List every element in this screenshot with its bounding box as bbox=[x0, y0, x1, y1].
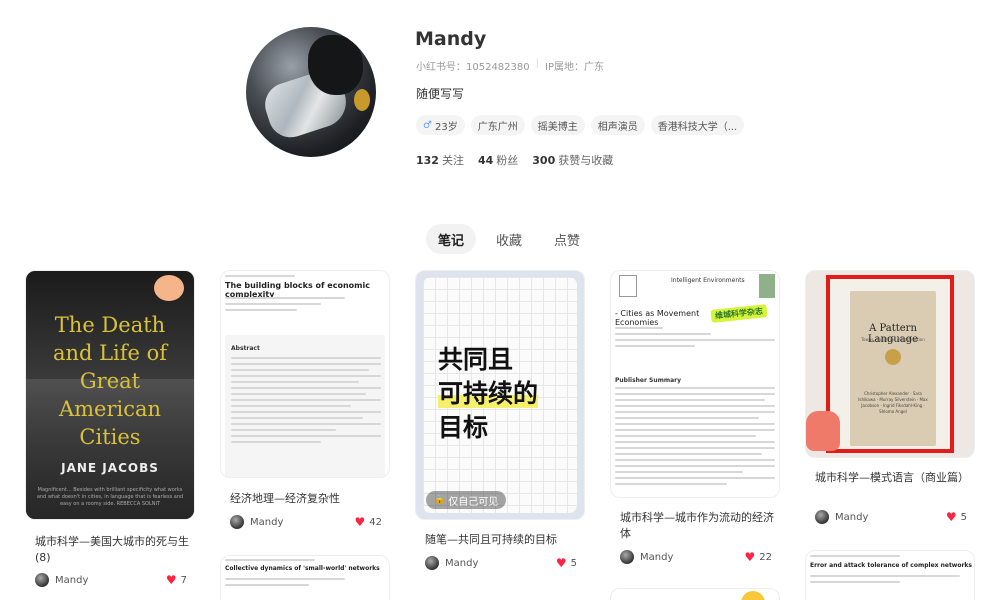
cover-book-author: JANE JACOBS bbox=[61, 461, 159, 475]
tab-collections[interactable]: 收藏 bbox=[484, 224, 534, 254]
paper-heading: Error and attack tolerance of complex ne… bbox=[810, 562, 972, 569]
note-cover[interactable]: A Pattern Language Towns · Buildings · C… bbox=[805, 270, 975, 458]
note-author[interactable]: Mandy bbox=[620, 550, 673, 564]
tag-role-1: 摇美博主 bbox=[530, 115, 585, 135]
book-emblem-icon bbox=[885, 349, 901, 365]
paper-header-lines bbox=[810, 555, 900, 561]
pig-sticker-icon bbox=[154, 275, 184, 301]
note-card[interactable]: Intelligent Environments - Cities as Mov… bbox=[610, 270, 780, 600]
cover-book-subtitle: Towns · Buildings · Construction bbox=[861, 337, 925, 342]
cover-red-frame: A Pattern Language Towns · Buildings · C… bbox=[826, 275, 954, 453]
note-cover[interactable]: Intelligent Environments - Cities as Mov… bbox=[610, 270, 780, 498]
heart-icon: ♥ bbox=[165, 573, 177, 587]
profile-page: Mandy 小红书号：1052482380 | IP属地：广东 随便写写 ♂ 2… bbox=[0, 0, 1000, 600]
author-avatar bbox=[815, 510, 829, 524]
paper-heading: Collective dynamics of 'small-world' net… bbox=[225, 565, 380, 572]
note-title[interactable]: 随笔—共同且可持续的目标 bbox=[425, 532, 580, 548]
note-card[interactable]: 共同且 可持续的 目标 🔒 仅自己可见 随笔—共同且可持续的目标 Mandy ♥… bbox=[415, 270, 585, 600]
paper-meta-lines bbox=[810, 575, 960, 587]
author-avatar bbox=[35, 573, 49, 587]
profile-tags: ♂ 23岁 广东广州 摇美博主 相声演员 香港科技大学（... bbox=[416, 115, 745, 135]
avatar-glove-graphic bbox=[308, 35, 363, 95]
note-card[interactable]: The Death and Life of Great American Cit… bbox=[25, 270, 195, 600]
note-card[interactable]: Error and attack tolerance of complex ne… bbox=[805, 550, 975, 600]
note-card[interactable]: The building blocks of economic complexi… bbox=[220, 270, 390, 600]
thumbs-up-icon bbox=[806, 411, 840, 451]
note-likes[interactable]: ♥ 22 bbox=[745, 550, 773, 564]
tag-location: 广东广州 bbox=[470, 115, 525, 135]
heart-icon: ♥ bbox=[354, 515, 366, 529]
author-avatar bbox=[620, 550, 634, 564]
stat-following[interactable]: 132 关注 bbox=[416, 152, 464, 168]
cover-book-authors: Christopher Alexander · Sara Ishikawa · … bbox=[858, 391, 928, 414]
paper-summary-label: Publisher Summary bbox=[615, 377, 682, 384]
heart-icon: ♥ bbox=[555, 556, 567, 570]
note-author[interactable]: Mandy bbox=[815, 510, 868, 524]
profile-avatar[interactable] bbox=[246, 27, 376, 157]
tag-age: ♂ 23岁 bbox=[416, 115, 465, 135]
stat-likes-collects[interactable]: 300 获赞与收藏 bbox=[532, 152, 613, 168]
paper-meta-lines bbox=[225, 578, 345, 590]
note-author[interactable]: Mandy bbox=[230, 515, 283, 529]
note-card[interactable] bbox=[610, 588, 780, 600]
tag-role-2: 相声演员 bbox=[590, 115, 645, 135]
note-likes[interactable]: ♥ 42 bbox=[355, 515, 383, 529]
note-cover[interactable]: 共同且 可持续的 目标 🔒 仅自己可见 bbox=[415, 270, 585, 520]
note-cover[interactable]: Collective dynamics of 'small-world' net… bbox=[220, 555, 390, 600]
note-title[interactable]: 城市科学—城市作为流动的经济体 bbox=[620, 510, 775, 542]
paper-abstract-lines bbox=[231, 357, 381, 447]
profile-bio: 随便写写 bbox=[416, 87, 465, 101]
emoji-sticker-icon bbox=[741, 591, 765, 600]
privacy-badge: 🔒 仅自己可见 bbox=[426, 491, 507, 509]
tab-liked[interactable]: 点赞 bbox=[542, 224, 592, 254]
journal-name: Intelligent Environments bbox=[671, 277, 745, 284]
cover-book-title: The Death and Life of Great American Cit… bbox=[52, 313, 168, 449]
divider: | bbox=[535, 58, 539, 69]
profile-ip: IP属地：广东 bbox=[545, 62, 604, 73]
journal-thumb bbox=[759, 274, 775, 298]
paper-abstract-box: Abstract bbox=[225, 335, 385, 477]
note-likes[interactable]: ♥ 5 bbox=[556, 556, 577, 570]
heart-icon: ♥ bbox=[945, 510, 957, 524]
author-avatar bbox=[425, 556, 439, 570]
avatar-accent-graphic bbox=[354, 89, 370, 111]
note-likes[interactable]: ♥ 7 bbox=[166, 573, 187, 587]
paper-meta-lines bbox=[225, 297, 345, 315]
profile-tabs: 笔记 收藏 点赞 bbox=[426, 224, 592, 254]
note-likes[interactable]: ♥ 5 bbox=[946, 510, 967, 524]
note-author[interactable]: Mandy bbox=[425, 556, 478, 570]
author-avatar bbox=[230, 515, 244, 529]
cover-headline: 共同且 可持续的 目标 bbox=[438, 345, 539, 442]
note-title[interactable]: 经济地理—经济复杂性 bbox=[230, 491, 385, 507]
profile-name: Mandy bbox=[415, 28, 487, 50]
paper-meta-lines bbox=[615, 327, 775, 351]
note-cover[interactable]: The building blocks of economic complexi… bbox=[220, 270, 390, 478]
tag-school: 香港科技大学（... bbox=[650, 115, 745, 135]
tab-notes[interactable]: 笔记 bbox=[426, 224, 477, 254]
profile-id-line: 小红书号：1052482380 | IP属地：广东 bbox=[416, 58, 604, 73]
paper-summary-lines bbox=[615, 387, 775, 489]
heart-icon: ♥ bbox=[744, 550, 756, 564]
cover-book: A Pattern Language Towns · Buildings · C… bbox=[850, 291, 936, 446]
profile-stats: 132 关注 44 粉丝 300 获赞与收藏 bbox=[416, 152, 613, 168]
note-title[interactable]: 城市科学—模式语言（商业篇） bbox=[815, 470, 970, 486]
lock-icon: 🔒 bbox=[434, 495, 446, 505]
note-author[interactable]: Mandy bbox=[35, 573, 88, 587]
sticker-badge: 维城科学杂志 bbox=[710, 304, 768, 323]
journal-logo bbox=[619, 275, 637, 297]
cover-book-quote: Magnificent... Besides with brilliant sp… bbox=[36, 487, 184, 507]
stat-followers[interactable]: 44 粉丝 bbox=[478, 152, 518, 168]
profile-id: 小红书号：1052482380 bbox=[416, 62, 530, 73]
gender-icon: ♂ bbox=[423, 119, 432, 131]
note-cover[interactable]: Error and attack tolerance of complex ne… bbox=[805, 550, 975, 600]
note-card[interactable]: Collective dynamics of 'small-world' net… bbox=[220, 555, 390, 600]
note-title[interactable]: 城市科学—美国大城市的死与生(8) bbox=[35, 534, 190, 566]
paper-abstract-label: Abstract bbox=[231, 345, 260, 352]
note-cover[interactable] bbox=[610, 588, 780, 600]
note-cover[interactable]: The Death and Life of Great American Cit… bbox=[25, 270, 195, 520]
